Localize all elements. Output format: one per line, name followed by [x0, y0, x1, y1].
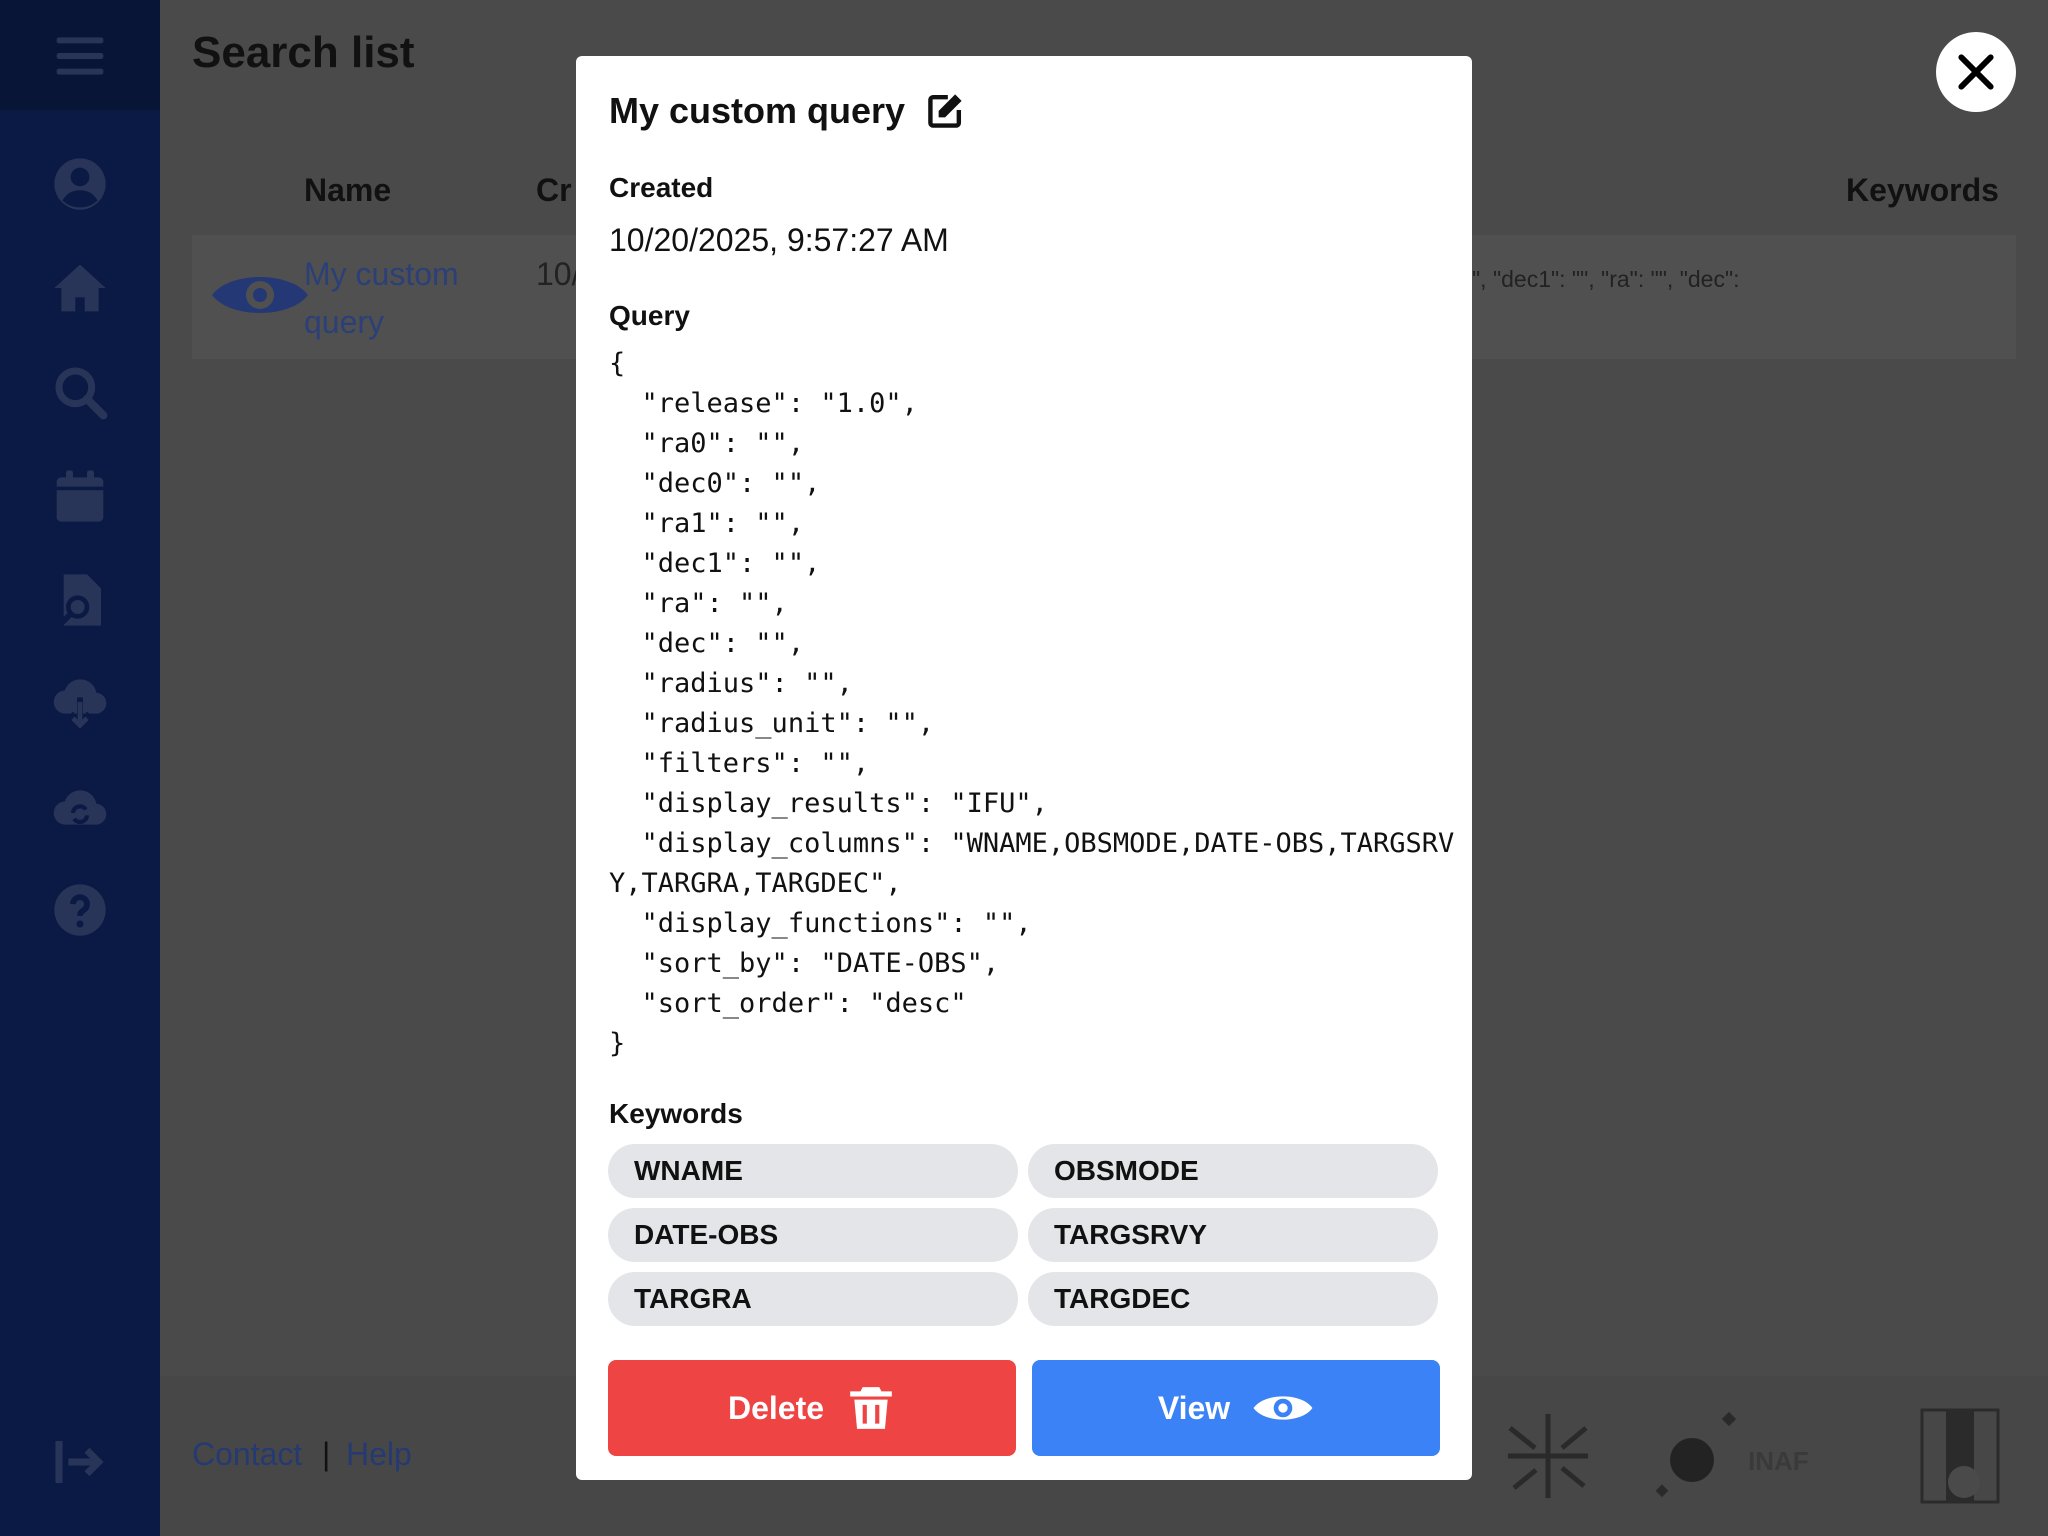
keyword-chip: WNAME	[608, 1144, 1018, 1198]
file-search-icon[interactable]	[50, 570, 110, 630]
home-icon[interactable]	[50, 258, 110, 318]
cloud-sync-icon[interactable]	[50, 776, 110, 836]
keywords-label: Keywords	[609, 1098, 743, 1129]
view-button[interactable]: View	[1032, 1360, 1440, 1456]
query-label: Query	[609, 300, 690, 331]
keyword-chip: TARGRA	[608, 1272, 1018, 1326]
row-created-date: 10/ 9:5	[536, 256, 576, 292]
keyword-chip: TARGSRVY	[1028, 1208, 1438, 1262]
view-button-label: View	[1157, 1389, 1231, 1426]
contact-link[interactable]: Contact	[192, 1436, 302, 1473]
keyword-chip: OBSMODE	[1028, 1144, 1438, 1198]
modal-title: My custom query	[609, 90, 906, 131]
keywords-list: WNAME OBSMODE DATE-OBS TARGSRVY TARGRA T…	[608, 1144, 1440, 1326]
row-query-name-link[interactable]: My custom query	[304, 250, 484, 346]
edit-icon[interactable]	[924, 88, 968, 132]
page-title: Search list	[192, 28, 415, 77]
close-icon	[1958, 54, 1994, 90]
trash-icon	[850, 1387, 892, 1429]
eye-icon[interactable]	[210, 265, 310, 325]
row-query-preview: ", "dec1": "", "ra": "", "dec":	[1472, 266, 1740, 292]
query-detail-modal: My custom query Created 10/20/2025, 9:57…	[576, 56, 1472, 1480]
inaf-logo-text: INAF	[1748, 1446, 1809, 1476]
created-value: 10/20/2025, 9:57:27 AM	[609, 222, 949, 258]
query-json: { "release": "1.0", "ra0": "", "dec0": "…	[609, 348, 1455, 1059]
partner-logo-1	[1500, 1408, 1596, 1504]
column-header-keywords[interactable]: Keywords	[1846, 172, 1999, 209]
calendar-icon[interactable]	[50, 466, 110, 526]
keyword-chip: TARGDEC	[1028, 1272, 1438, 1326]
search-icon[interactable]	[50, 362, 110, 422]
footer-separator: |	[322, 1436, 331, 1472]
logout-icon[interactable]	[50, 1432, 110, 1492]
inaf-logo: INAF	[1652, 1410, 1872, 1500]
created-label: Created	[609, 172, 714, 203]
cloud-download-icon[interactable]	[50, 672, 110, 732]
delete-button[interactable]: Delete	[608, 1360, 1016, 1456]
column-header-name[interactable]: Name	[304, 172, 391, 209]
keyword-chip: DATE-OBS	[608, 1208, 1018, 1262]
menu-icon[interactable]	[50, 26, 110, 86]
user-circle-icon[interactable]	[50, 154, 110, 214]
help-link[interactable]: Help	[346, 1436, 412, 1473]
column-header-created[interactable]: Cr	[536, 172, 572, 209]
sidebar	[0, 0, 160, 1536]
eye-icon	[1253, 1396, 1313, 1420]
close-modal-button[interactable]	[1936, 32, 2016, 112]
help-icon[interactable]	[50, 880, 110, 940]
delete-button-label: Delete	[727, 1389, 825, 1426]
partner-logo-3	[1920, 1408, 2000, 1504]
